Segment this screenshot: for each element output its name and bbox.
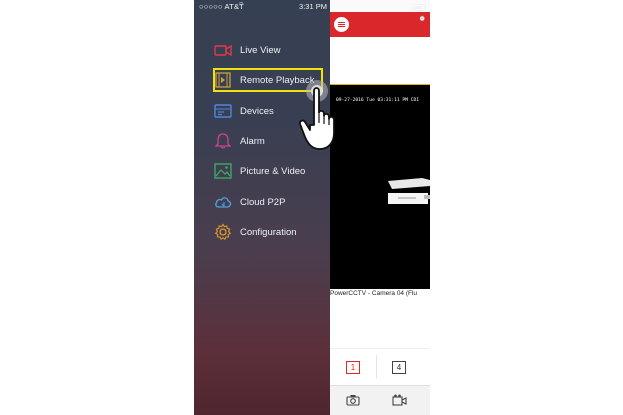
alarm-clock-icon: ⏰ xyxy=(418,16,426,22)
empty-area xyxy=(330,298,430,348)
layout-bar: 1 4 xyxy=(330,348,430,386)
main-panel: ⏰ 09-27-2016 Tue 03:31:11 PM CDI PowerCC… xyxy=(330,0,430,415)
menu-item-cloud-p2p[interactable]: Cloud P2P xyxy=(214,190,329,214)
record-video-icon[interactable] xyxy=(392,394,407,406)
video-camera-icon xyxy=(214,41,232,59)
menu-item-label: Devices xyxy=(240,105,274,117)
status-time: 3:31 PM xyxy=(299,2,327,11)
quad-view-button[interactable]: 4 xyxy=(392,361,406,374)
bell-icon xyxy=(214,132,232,150)
status-bar: ○○○○○ AT&T ⌔ 3:31 PM xyxy=(194,0,430,12)
picture-icon xyxy=(214,162,232,180)
camera-icon[interactable] xyxy=(346,394,360,406)
gear-icon xyxy=(214,223,232,241)
menu-item-label: Alarm xyxy=(240,135,265,147)
wifi-icon: ⌔ xyxy=(238,2,245,9)
menu-button[interactable] xyxy=(334,17,349,32)
menu-item-label: Configuration xyxy=(240,226,297,238)
bottom-toolbar xyxy=(330,385,430,415)
divider xyxy=(376,355,377,379)
camera-label: PowerCCTV - Camera 04 (Flu xyxy=(330,289,430,298)
menu-item-label: Live View xyxy=(240,44,281,56)
phone-screen: Live View Remote Playback Devices Alarm xyxy=(194,0,430,415)
battery-icon xyxy=(410,2,426,11)
pointer-hand-icon xyxy=(298,80,335,150)
single-view-button[interactable]: 1 xyxy=(346,361,360,374)
cloud-icon xyxy=(214,193,232,211)
side-menu: Live View Remote Playback Devices Alarm xyxy=(194,0,330,415)
menu-item-label: Cloud P2P xyxy=(240,196,286,208)
menu-item-label: Picture & Video xyxy=(240,165,306,177)
devices-icon xyxy=(214,102,232,120)
menu-item-live-view[interactable]: Live View xyxy=(214,38,329,62)
top-bar: ⏰ xyxy=(330,12,430,37)
menu-item-configuration[interactable]: Configuration xyxy=(214,220,329,244)
menu-item-picture-video[interactable]: Picture & Video xyxy=(214,159,329,183)
